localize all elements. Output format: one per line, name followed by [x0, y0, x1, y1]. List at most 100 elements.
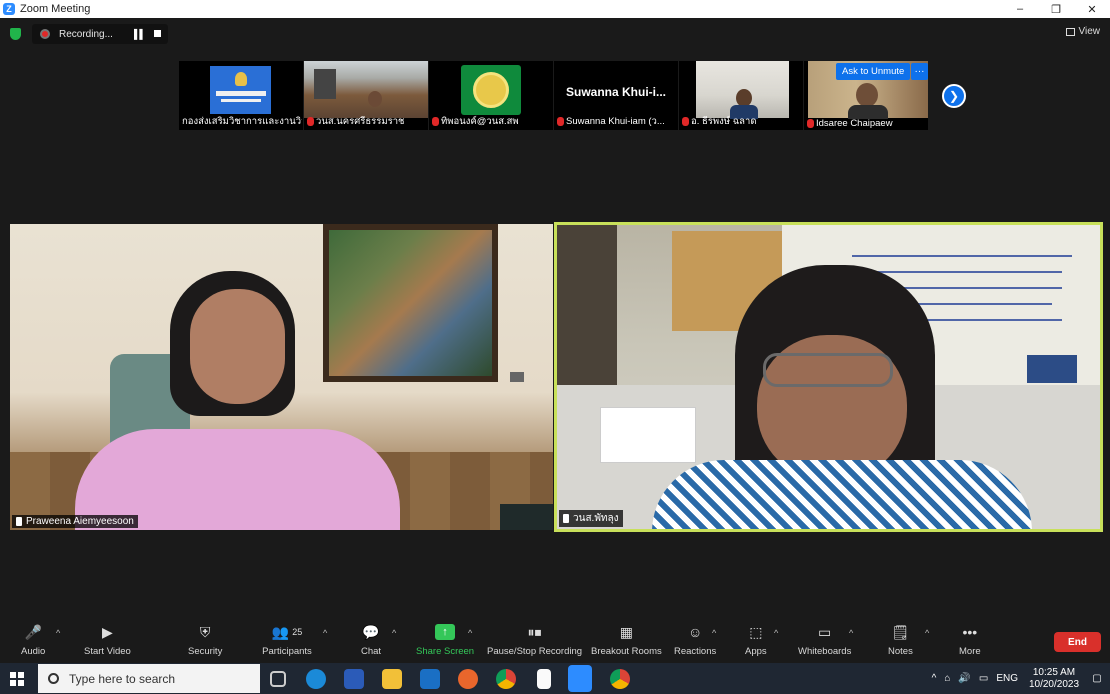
clock-date: 10/20/2023 [1028, 678, 1080, 690]
thumb-tile[interactable]: ทิพอนงค์@วนส.สพ [429, 61, 553, 130]
language-indicator[interactable]: ENG [996, 673, 1018, 684]
whiteboard-icon: ▭ [818, 623, 832, 640]
chat-options-caret-icon[interactable]: ^ [392, 628, 396, 638]
apps-options-caret-icon[interactable]: ^ [774, 628, 778, 638]
video-tile-active-speaker[interactable]: วนส.พัทลุง [554, 222, 1103, 532]
thumb-name: Idsaree Chaipaew [807, 118, 893, 129]
thumb-tile[interactable]: วนส.นครศรีธรรมราช [304, 61, 428, 130]
task-view-icon[interactable] [270, 671, 286, 687]
system-tray: ^ ⌂ 🔊 ▭ ENG 10:25 AM 10/20/2023 ▢ [932, 663, 1110, 694]
chat-button[interactable]: 💬 Chat [361, 623, 381, 658]
breakout-rooms-button[interactable]: ▦ Breakout Rooms [591, 624, 662, 658]
chrome-profile-icon[interactable] [610, 669, 630, 689]
paper-sign [600, 407, 696, 463]
volume-icon[interactable]: 🔊 [958, 673, 970, 684]
recording-indicator: Recording... ▌▌ [32, 24, 168, 44]
wall-switch [510, 372, 524, 382]
view-button[interactable]: View [1065, 26, 1101, 37]
tray-overflow-chevron-icon[interactable]: ^ [932, 673, 937, 684]
mic-muted-icon [682, 117, 689, 126]
chat-bubble-icon: 💬 [362, 623, 380, 640]
mic-muted-icon [432, 117, 439, 126]
pause-recording-icon[interactable]: ▌▌ [134, 29, 146, 39]
search-icon [48, 673, 59, 684]
taskbar-clock[interactable]: 10:25 AM 10/20/2023 [1024, 667, 1084, 691]
mail-app-icon[interactable] [420, 669, 440, 689]
audio-button[interactable]: 🎤 Audio [21, 623, 45, 658]
encryption-shield-icon[interactable] [10, 28, 21, 40]
network-icon[interactable]: ⌂ [944, 673, 950, 684]
maximize-button[interactable]: ❐ [1038, 0, 1074, 18]
meeting-topbar: Recording... ▌▌ View [0, 18, 1110, 48]
thumb-tile[interactable]: Suwanna Khui-i... Suwanna Khui-iam (ว... [554, 61, 678, 130]
security-button[interactable]: ⛨ Security [188, 624, 222, 658]
glasses [763, 353, 893, 387]
close-button[interactable]: ✕ [1074, 0, 1110, 18]
wifi-icon[interactable]: ▭ [979, 673, 988, 684]
zoom-logo-icon: Z [3, 3, 15, 15]
window-title: Zoom Meeting [20, 3, 91, 15]
thumb-name: Suwanna Khui-iam (ว... [557, 114, 665, 129]
whiteboards-options-caret-icon[interactable]: ^ [849, 628, 853, 638]
reactions-options-caret-icon[interactable]: ^ [712, 628, 716, 638]
firefox-icon[interactable] [458, 669, 478, 689]
participant-video [696, 61, 789, 119]
more-button[interactable]: ••• More [959, 624, 981, 657]
pause-stop-icon: ⏸⏹ [527, 623, 542, 640]
apps-button[interactable]: ⬚ Apps [745, 624, 767, 658]
share-screen-icon: ↑ [435, 624, 456, 640]
share-options-caret-icon[interactable]: ^ [468, 628, 472, 638]
notes-icon: 🗒 [891, 623, 910, 640]
word-app-icon[interactable] [344, 669, 364, 689]
desk-object [500, 504, 553, 530]
edge-browser-icon[interactable] [306, 669, 326, 689]
start-video-button[interactable]: ▶ Start Video [84, 623, 131, 658]
zoom-taskbar-icon[interactable] [568, 665, 592, 692]
video-tile-left[interactable]: Praweena Aiemyeesoon [10, 224, 553, 530]
reactions-button[interactable]: ☺ Reactions [674, 624, 716, 657]
org-logo-image [210, 66, 271, 114]
pause-stop-recording-button[interactable]: ⏸⏹ Pause/Stop Recording [487, 623, 582, 658]
stop-recording-icon[interactable] [154, 30, 161, 37]
notes-options-caret-icon[interactable]: ^ [925, 628, 929, 638]
name-card: Suwanna Khui-i... [565, 85, 666, 99]
doorway [557, 225, 617, 395]
recording-label: Recording... [59, 28, 113, 40]
mic-muted-icon [307, 117, 314, 126]
chrome-icon[interactable] [496, 669, 516, 689]
participants-options-caret-icon[interactable]: ^ [323, 628, 327, 638]
video-off-icon: ▶ [102, 623, 113, 640]
ellipsis-icon: ••• [962, 624, 978, 640]
share-screen-button[interactable]: ↑ Share Screen [416, 624, 474, 657]
thumb-more-button[interactable]: ··· [911, 63, 928, 80]
notes-button[interactable]: 🗒 Notes [888, 623, 913, 658]
participants-button[interactable]: 👥 25 Participants [262, 623, 312, 658]
notifications-icon[interactable]: ▢ [1084, 673, 1110, 684]
thumb-name: กองส่งเสริมวิชาการและงานวิจัย [182, 116, 302, 127]
participants-icon: 👥 25 [271, 623, 303, 640]
whiteboards-button[interactable]: ▭ Whiteboards [798, 623, 851, 658]
view-label: View [1078, 26, 1101, 37]
minimize-button[interactable]: – [1002, 0, 1038, 18]
thumb-tile[interactable]: กองส่งเสริมวิชาการและงานวิจัย [179, 61, 303, 130]
file-explorer-icon[interactable] [382, 669, 402, 689]
taskbar-search-box[interactable]: Type here to search [38, 664, 260, 693]
notepad-icon[interactable] [537, 669, 551, 689]
org-emblem-image [461, 65, 521, 115]
next-page-chevron-icon[interactable]: ❯ [942, 84, 966, 108]
patterned-shirt [652, 460, 1032, 529]
ask-to-unmute-button[interactable]: Ask to Unmute [836, 63, 911, 80]
participant-video [304, 61, 428, 118]
face [190, 289, 285, 404]
mic-muted-icon [807, 119, 814, 128]
microphone-icon: 🎤 [24, 623, 42, 640]
blue-basket [1027, 355, 1077, 383]
participant-name-label: วนส.พัทลุง [559, 510, 623, 527]
thumb-tile[interactable]: อ. ธีรพงษ์ ฉลาด [679, 61, 803, 130]
audio-options-caret-icon[interactable]: ^ [56, 628, 60, 638]
windows-start-icon[interactable] [10, 672, 24, 686]
search-placeholder: Type here to search [69, 671, 176, 686]
pin-icon [16, 517, 22, 526]
thumb-name: อ. ธีรพงษ์ ฉลาด [682, 114, 756, 129]
end-meeting-button[interactable]: End [1054, 632, 1101, 652]
